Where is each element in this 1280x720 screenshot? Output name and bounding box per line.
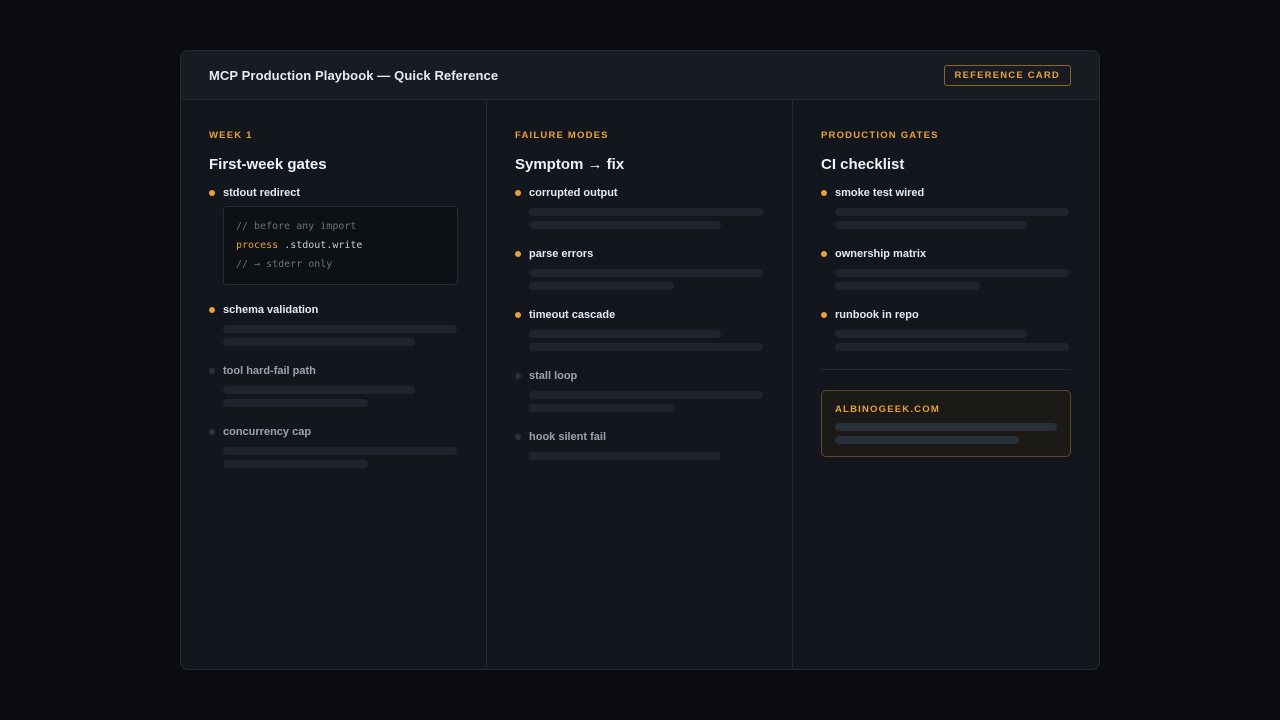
item-label: tool hard-fail path — [223, 365, 316, 377]
code-comment: // → stderr only — [236, 259, 333, 270]
placeholder-bar — [529, 330, 721, 338]
placeholder-bar — [223, 325, 457, 333]
status-dot-icon — [515, 251, 521, 257]
item-list: corrupted output parse errors timeout ca… — [515, 186, 764, 460]
list-item: stdout redirect // before any import pro… — [209, 186, 458, 285]
status-dot-icon — [209, 429, 215, 435]
placeholder-bar — [529, 391, 763, 399]
list-item: ownership matrix — [821, 247, 1071, 290]
column-production-gates: PRODUCTION GATES CI checklist smoke test… — [792, 100, 1099, 669]
list-item: hook silent fail — [515, 430, 764, 460]
column-failure-modes: FAILURE MODES Symptom → fix corrupted ou… — [486, 100, 792, 669]
status-dot-icon — [515, 312, 521, 318]
item-list: smoke test wired ownership matrix runboo… — [821, 186, 1071, 351]
code-text: .stdout.write — [284, 240, 363, 251]
status-dot-icon — [515, 373, 521, 379]
item-label: corrupted output — [529, 187, 618, 199]
list-item: smoke test wired — [821, 186, 1071, 229]
column-eyebrow: FAILURE MODES — [515, 130, 609, 141]
placeholder-bar — [529, 208, 763, 216]
list-item: timeout cascade — [515, 308, 764, 351]
item-label: stall loop — [529, 370, 578, 382]
card-header: MCP Production Playbook — Quick Referenc… — [181, 51, 1099, 100]
status-dot-icon — [209, 190, 215, 196]
placeholder-bar — [223, 460, 368, 468]
status-dot-icon — [515, 190, 521, 196]
placeholder-bar — [529, 404, 674, 412]
item-label: runbook in repo — [835, 309, 919, 321]
code-snippet: // before any import process .stdout.wri… — [223, 206, 458, 285]
placeholder-bar — [529, 282, 674, 290]
placeholder-bar — [223, 447, 457, 455]
placeholder-bar — [835, 282, 980, 290]
item-label: ownership matrix — [835, 248, 927, 260]
status-dot-icon — [821, 251, 827, 257]
placeholder-bar — [835, 221, 1027, 229]
status-dot-icon — [821, 312, 827, 318]
status-dot-icon — [209, 368, 215, 374]
column-title: Symptom → fix — [515, 156, 625, 173]
item-label: concurrency cap — [223, 426, 312, 438]
column-week-1: WEEK 1 First-week gates stdout redirect … — [181, 100, 486, 669]
list-item: stall loop — [515, 369, 764, 412]
placeholder-bar — [223, 338, 415, 346]
column-eyebrow: PRODUCTION GATES — [821, 130, 939, 141]
status-dot-icon — [209, 307, 215, 313]
placeholder-bar — [223, 386, 415, 394]
placeholder-bar — [835, 269, 1069, 277]
placeholder-bar — [835, 343, 1069, 351]
placeholder-bar — [835, 330, 1027, 338]
code-comment: // before any import — [236, 221, 357, 232]
reference-card-badge: REFERENCE CARD — [943, 64, 1071, 86]
promo-box: ALBINOGEEK.COM — [821, 390, 1071, 457]
list-item: corrupted output — [515, 186, 764, 229]
columns: WEEK 1 First-week gates stdout redirect … — [181, 100, 1099, 669]
divider — [821, 369, 1071, 370]
placeholder-bar — [223, 399, 368, 407]
card-title: MCP Production Playbook — Quick Referenc… — [209, 67, 499, 83]
item-label: stdout redirect — [223, 187, 301, 199]
list-item: concurrency cap — [209, 425, 458, 468]
placeholder-bar — [529, 343, 763, 351]
list-item: parse errors — [515, 247, 764, 290]
status-dot-icon — [515, 434, 521, 440]
reference-card: MCP Production Playbook — Quick Referenc… — [180, 50, 1100, 670]
list-item: schema validation — [209, 303, 458, 346]
column-title: CI checklist — [821, 156, 905, 173]
promo-label: ALBINOGEEK.COM — [835, 404, 940, 415]
item-list: stdout redirect // before any import pro… — [209, 186, 458, 468]
list-item: tool hard-fail path — [209, 364, 458, 407]
column-title: First-week gates — [209, 156, 327, 173]
item-label: smoke test wired — [835, 187, 925, 199]
status-dot-icon — [821, 190, 827, 196]
list-item: runbook in repo — [821, 308, 1071, 351]
item-label: timeout cascade — [529, 309, 616, 321]
column-eyebrow: WEEK 1 — [209, 130, 253, 141]
placeholder-bar — [529, 452, 721, 460]
placeholder-bar — [835, 423, 1057, 431]
code-keyword: process — [236, 240, 279, 251]
item-label: parse errors — [529, 248, 594, 260]
placeholder-bar — [529, 269, 763, 277]
placeholder-bar — [835, 436, 1019, 444]
item-label: schema validation — [223, 304, 319, 316]
placeholder-bar — [529, 221, 721, 229]
item-label: hook silent fail — [529, 431, 607, 443]
placeholder-bar — [835, 208, 1069, 216]
